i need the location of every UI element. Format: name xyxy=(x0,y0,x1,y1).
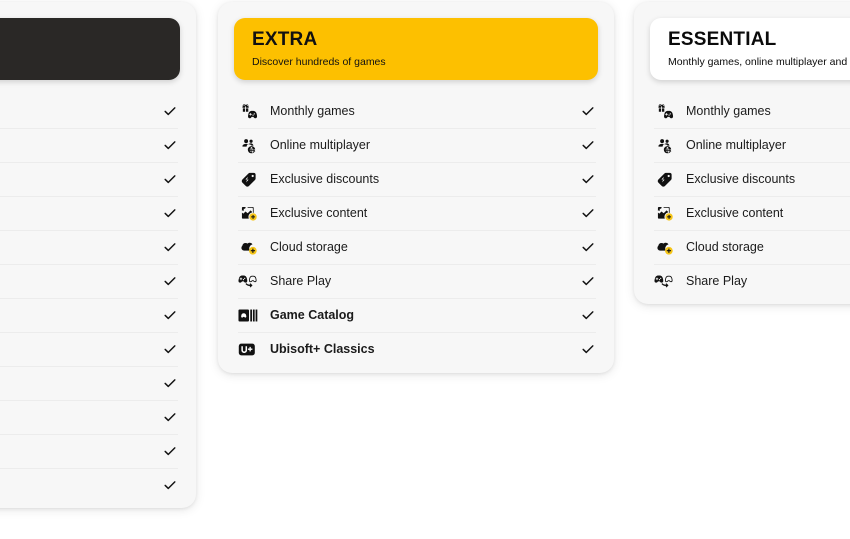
cloud-plus-icon xyxy=(654,237,678,257)
plan-title-extra: EXTRA xyxy=(252,29,318,50)
feature-row: Exclusive content xyxy=(634,196,850,230)
plan-subtitle-extra: Discover hundreds of games xyxy=(252,56,386,68)
feature-label: Exclusive content xyxy=(270,206,368,220)
check-icon xyxy=(162,273,178,289)
feature-row: Exclusive discounts xyxy=(218,162,614,196)
feature-row: Monthly games xyxy=(634,94,850,128)
share-play-controllers-icon xyxy=(238,271,262,291)
ubisoft-plus-icon xyxy=(238,339,262,359)
check-icon xyxy=(162,239,178,255)
feature-row xyxy=(0,94,196,128)
gift-controller-icon xyxy=(238,101,262,121)
feature-row xyxy=(0,366,196,400)
feature-row: Ubisoft+ Classics xyxy=(218,332,614,366)
feature-row: Cloud storage xyxy=(218,230,614,264)
feature-row: Online multiplayer xyxy=(634,128,850,162)
check-icon xyxy=(162,477,178,493)
check-icon xyxy=(580,103,596,119)
check-icon xyxy=(580,171,596,187)
feature-label: Ubisoft+ Classics xyxy=(270,342,375,356)
feature-label: Online multiplayer xyxy=(270,138,371,152)
feature-label: Monthly games xyxy=(686,104,771,118)
check-icon xyxy=(162,307,178,323)
feature-list-essential: Monthly games Online multiplayer Exclusive… xyxy=(634,94,850,298)
check-icon xyxy=(580,239,596,255)
check-icon xyxy=(580,205,596,221)
content-plus-icon xyxy=(238,203,262,223)
plan-card-premium[interactable] xyxy=(0,2,196,508)
feature-row xyxy=(0,264,196,298)
feature-row xyxy=(0,400,196,434)
feature-row: Share Play xyxy=(218,264,614,298)
price-tag-icon xyxy=(654,169,678,189)
check-icon xyxy=(162,375,178,391)
feature-row xyxy=(0,468,196,502)
game-catalog-icon xyxy=(238,305,262,325)
feature-row: Exclusive discounts xyxy=(634,162,850,196)
feature-list-extra: Monthly games Online multiplayer Exclusive… xyxy=(218,94,614,366)
plan-subtitle-essential: Monthly games, online multiplayer and mo… xyxy=(668,56,850,68)
feature-label: Share Play xyxy=(686,274,748,288)
feature-label: Cloud storage xyxy=(270,240,348,254)
feature-label: Online multiplayer xyxy=(686,138,787,152)
people-globe-icon xyxy=(654,135,678,155)
feature-row xyxy=(0,332,196,366)
check-icon xyxy=(580,273,596,289)
price-tag-icon xyxy=(238,169,262,189)
share-play-controllers-icon xyxy=(654,271,678,291)
feature-row: Exclusive content xyxy=(218,196,614,230)
check-icon xyxy=(580,341,596,357)
content-plus-icon xyxy=(654,203,678,223)
plan-header-premium xyxy=(0,18,180,80)
feature-row xyxy=(0,128,196,162)
check-icon xyxy=(580,137,596,153)
check-icon xyxy=(162,409,178,425)
feature-list-premium xyxy=(0,94,196,502)
feature-label: Cloud storage xyxy=(686,240,764,254)
plan-header-extra: EXTRA Discover hundreds of games xyxy=(234,18,598,80)
plan-header-essential: ESSENTIAL Monthly games, online multiplay… xyxy=(650,18,850,80)
check-icon xyxy=(162,137,178,153)
feature-row: Game Catalog xyxy=(218,298,614,332)
check-icon xyxy=(580,307,596,323)
plan-card-essential[interactable]: ESSENTIAL Monthly games, online multiplay… xyxy=(634,2,850,304)
gift-controller-icon xyxy=(654,101,678,121)
feature-label: Share Play xyxy=(270,274,332,288)
feature-label: Exclusive content xyxy=(686,206,784,220)
feature-row: Cloud storage xyxy=(634,230,850,264)
plan-card-extra[interactable]: EXTRA Discover hundreds of games Monthly g… xyxy=(218,2,614,373)
check-icon xyxy=(162,103,178,119)
check-icon xyxy=(162,443,178,459)
check-icon xyxy=(162,171,178,187)
feature-row: Monthly games xyxy=(218,94,614,128)
people-globe-icon xyxy=(238,135,262,155)
feature-row xyxy=(0,230,196,264)
feature-row xyxy=(0,196,196,230)
check-icon xyxy=(162,205,178,221)
feature-row: Share Play xyxy=(634,264,850,298)
feature-row xyxy=(0,434,196,468)
feature-row xyxy=(0,298,196,332)
feature-label: Exclusive discounts xyxy=(686,172,796,186)
plan-title-essential: ESSENTIAL xyxy=(668,29,777,50)
feature-label: Exclusive discounts xyxy=(270,172,380,186)
feature-row: Online multiplayer xyxy=(218,128,614,162)
check-icon xyxy=(162,341,178,357)
cloud-plus-icon xyxy=(238,237,262,257)
feature-label: Monthly games xyxy=(270,104,355,118)
feature-label: Game Catalog xyxy=(270,308,355,322)
feature-row xyxy=(0,162,196,196)
